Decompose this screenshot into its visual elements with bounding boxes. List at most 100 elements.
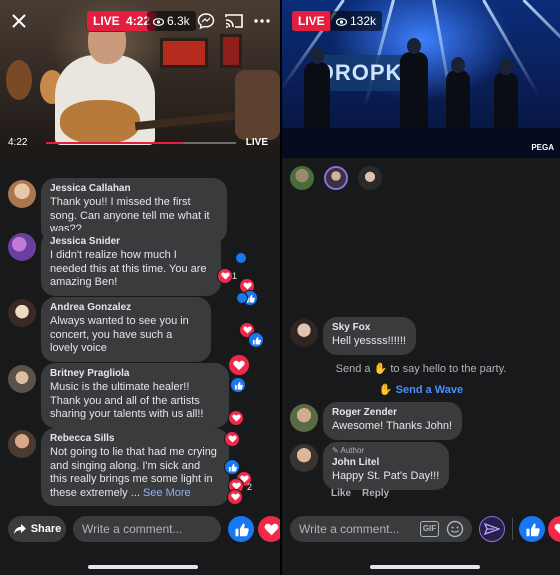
comment-bubble: ✎ Author John Litel Happy St. Pat's Day!… xyxy=(323,442,450,490)
like-reaction-icon xyxy=(235,252,247,264)
comment-text: Always wanted to see you in concert, you… xyxy=(50,315,189,354)
performer xyxy=(446,70,470,134)
comment-text: I didn't realize how much I needed this … xyxy=(50,249,207,288)
comment-item: Rebecca Sills Not going to lie that had … xyxy=(8,428,229,506)
love-button[interactable] xyxy=(548,516,560,542)
watermark: PEGA xyxy=(531,143,554,152)
comment-input[interactable]: Write a comment... xyxy=(73,516,221,542)
home-indicator[interactable] xyxy=(370,565,480,569)
close-icon[interactable] xyxy=(6,8,32,34)
gif-button[interactable]: GIF xyxy=(420,521,439,537)
progress-live-label: LIVE xyxy=(245,137,268,148)
comment-bubble: Andrea Gonzalez Always wanted to see you… xyxy=(41,297,211,362)
wave-prompt-before: Send a xyxy=(335,363,371,375)
live-label: LIVE xyxy=(93,14,120,28)
comment-text: Music is the ultimate healer!! Thank you… xyxy=(50,381,204,420)
comment-placeholder: Write a comment... xyxy=(299,522,400,536)
see-more-link[interactable]: See More xyxy=(143,487,191,499)
like-button[interactable] xyxy=(519,516,545,542)
heart-reaction-icon xyxy=(228,354,250,376)
comment-item: Roger Zender Awesome! Thanks John! xyxy=(290,402,463,440)
right-watch-party-view: DROPKICK PEGA LIVE 132k Sky Fox Hell yes… xyxy=(282,0,560,575)
party-member-avatar[interactable] xyxy=(290,166,314,190)
live-badge: LIVE 4:22 xyxy=(87,11,157,31)
comment-input[interactable]: Write a comment... xyxy=(290,516,472,542)
comment-author[interactable]: John Litel xyxy=(332,457,439,468)
comment-bubble: Jessica Snider I didn't realize how much… xyxy=(41,231,221,296)
author-icon: ✎ xyxy=(332,446,339,455)
more-icon[interactable] xyxy=(249,8,275,34)
cast-icon[interactable] xyxy=(221,8,247,34)
stage-light xyxy=(522,0,560,79)
avatar[interactable] xyxy=(290,319,318,347)
comment-item: Andrea Gonzalez Always wanted to see you… xyxy=(8,297,211,362)
party-member-avatar[interactable] xyxy=(324,166,348,190)
comment-author[interactable]: Roger Zender xyxy=(332,407,452,418)
send-wave-label: Send a Wave xyxy=(395,384,464,396)
send-button[interactable] xyxy=(479,516,505,542)
home-indicator[interactable] xyxy=(88,565,198,569)
comment-author[interactable]: Britney Pragliola xyxy=(50,368,219,379)
viewer-count: 132k xyxy=(330,11,383,31)
stage-floor xyxy=(282,128,560,158)
wall-frame xyxy=(160,38,208,68)
like-comment-link[interactable]: Like xyxy=(331,488,351,499)
progress-fill xyxy=(46,142,183,144)
avatar[interactable] xyxy=(8,233,36,261)
comment-author[interactable]: Jessica Snider xyxy=(50,236,211,247)
emoji-button[interactable] xyxy=(446,520,464,543)
wave-prompt: Send a ✋ to say hello to the party. xyxy=(282,362,560,375)
like-icon xyxy=(235,523,249,536)
reaction-count: 2 xyxy=(247,482,253,492)
reply-comment-link[interactable]: Reply xyxy=(362,488,389,499)
send-wave-button[interactable]: ✋ Send a Wave xyxy=(282,383,560,396)
avatar[interactable] xyxy=(8,180,36,208)
wall-frame xyxy=(220,34,242,68)
live-badge: LIVE xyxy=(292,11,331,31)
wave-hand-icon: ✋ xyxy=(373,363,388,375)
comment-item: Sky Fox Hell yessss!!!!!! xyxy=(290,317,416,355)
comment-author[interactable]: Andrea Gonzalez xyxy=(50,302,201,313)
avatar[interactable] xyxy=(8,365,36,393)
bar-separator xyxy=(512,518,513,540)
heart-reaction-icon xyxy=(228,410,244,426)
avatar[interactable] xyxy=(8,430,36,458)
like-button[interactable] xyxy=(228,516,254,542)
acoustic-guitar xyxy=(60,100,140,144)
wave-prompt-after: to say hello to the party. xyxy=(390,363,507,375)
heart-icon xyxy=(554,523,560,534)
send-icon xyxy=(484,523,500,535)
heart-icon xyxy=(264,523,278,535)
comment-text: Happy St. Pat's Day!!! xyxy=(332,470,440,482)
love-button[interactable] xyxy=(258,516,280,542)
live-video-left[interactable]: LIVE 4:22 6.3k 4:22 LIVE xyxy=(0,0,280,158)
comment-text-body: Not going to lie that had me crying and … xyxy=(50,446,217,499)
share-button[interactable]: Share xyxy=(8,516,66,542)
comment-author[interactable]: Jessica Callahan xyxy=(50,183,217,194)
author-tag: ✎ Author xyxy=(332,446,439,455)
avatar[interactable] xyxy=(290,444,318,472)
comment-author[interactable]: Sky Fox xyxy=(332,322,406,333)
viewer-count: 6.3k xyxy=(147,11,196,31)
hanging-guitar xyxy=(6,60,32,100)
live-video-right[interactable]: DROPKICK PEGA LIVE 132k xyxy=(282,0,560,158)
progress-bar[interactable] xyxy=(46,142,236,144)
viewer-count-value: 132k xyxy=(350,14,377,28)
party-member-avatar[interactable] xyxy=(358,166,382,190)
comment-icon[interactable] xyxy=(193,8,219,34)
like-reaction-icon xyxy=(230,377,246,393)
performer-head xyxy=(499,59,513,75)
comment-author[interactable]: Rebecca Sills xyxy=(50,433,219,444)
like-reaction-icon xyxy=(236,292,248,304)
wave-button-icon: ✋ xyxy=(378,384,393,396)
eye-icon xyxy=(153,18,164,26)
avatar[interactable] xyxy=(8,299,36,327)
comment-bubble: Roger Zender Awesome! Thanks John! xyxy=(323,402,463,440)
left-live-view: LIVE 4:22 6.3k 4:22 LIVE Jessica Callaha… xyxy=(0,0,280,575)
performer xyxy=(304,62,330,132)
performer-head xyxy=(310,48,324,64)
heart-reaction-icon xyxy=(227,489,243,505)
avatar[interactable] xyxy=(290,404,318,432)
performer xyxy=(400,52,428,134)
heart-reaction-icon xyxy=(224,431,240,447)
